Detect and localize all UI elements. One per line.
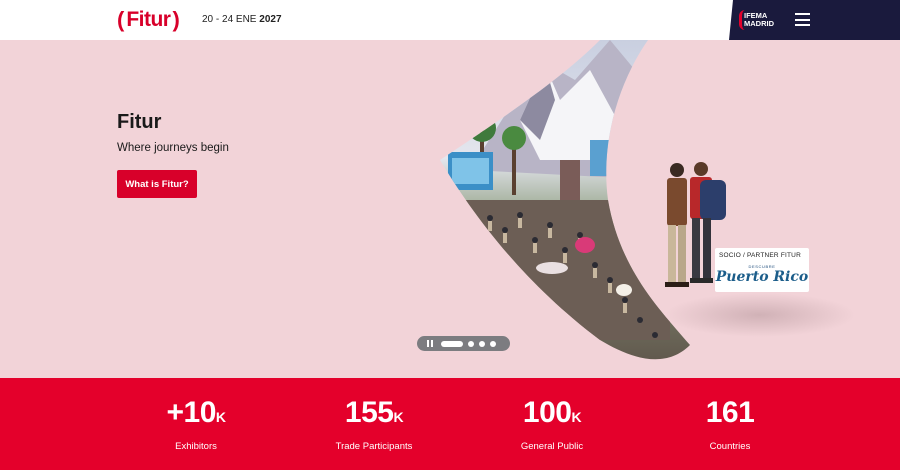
ifema-logo[interactable]: IFEMA MADRID [744,12,774,28]
hero-subtitle: Where journeys begin [117,142,229,154]
hero-illustration [440,40,855,360]
site-header: ( Fitur ) 20 - 24 ENE 2027 IFEMA MADRID [0,0,900,40]
hero-section: Fitur Where journeys begin What is Fitur… [0,40,900,378]
stat-value: 100K [522,396,582,429]
partner-badge[interactable]: SOCIO / PARTNER FITUR DESCUBRE Puerto Ri… [715,248,809,292]
stat-label: Countries [709,441,751,452]
menu-hamburger-icon[interactable] [795,13,810,26]
partner-name: Puerto Rico [715,269,809,285]
slider-controls [417,336,510,351]
logo-right-bracket-icon: ) [172,7,180,32]
slide-dot-3[interactable] [479,340,485,347]
fitur-logo[interactable]: ( Fitur ) [117,7,180,32]
ifema-logo-line2: MADRID [744,19,774,28]
stat-value: +10K [166,396,226,429]
slide-dot-4[interactable] [490,340,496,347]
stat-label: General Public [520,441,584,452]
event-dates: 20 - 24 ENE 2027 [202,14,282,25]
boomerang-collage [440,40,690,360]
stat-value: 161 [705,396,755,429]
what-is-fitur-button[interactable]: What is Fitur? [117,170,197,198]
event-dates-range: 20 - 24 ENE [202,14,257,25]
hero-title: Fitur [117,111,162,133]
logo-text: Fitur [126,8,171,31]
slide-dot-1[interactable] [441,340,463,347]
event-dates-year: 2027 [259,14,282,25]
logo-left-bracket-icon: ( [117,7,125,32]
stat-label: Trade Participants [335,441,413,452]
stats-bar: +10K Exhibitors 155K Trade Participants … [0,378,900,470]
pause-icon[interactable] [427,340,433,347]
stat-label: Exhibitors [175,441,217,452]
stat-value: 155K [344,396,404,429]
partner-label: SOCIO / PARTNER FITUR [719,252,801,259]
slide-dot-2[interactable] [468,340,474,347]
